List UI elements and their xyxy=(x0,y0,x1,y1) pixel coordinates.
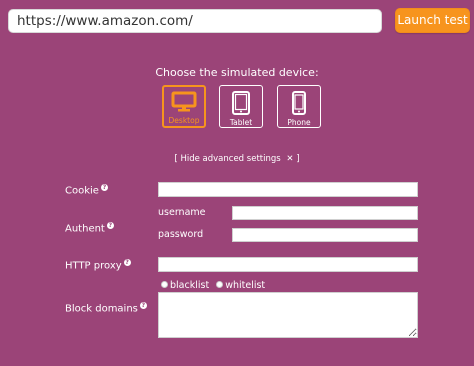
blacklist-radio-option[interactable]: blacklist xyxy=(161,280,212,291)
device-tablet-button[interactable]: Tablet xyxy=(219,85,263,128)
cookie-label: Cookie? xyxy=(65,184,108,196)
auth-label: Authent? xyxy=(65,222,114,234)
launch-test-button[interactable]: Launch test xyxy=(395,8,470,33)
auth-label-text: Authent xyxy=(65,223,105,235)
device-desktop-label: Desktop xyxy=(168,116,200,125)
http-proxy-label-text: HTTP proxy xyxy=(65,260,122,272)
help-icon[interactable]: ? xyxy=(100,184,108,191)
password-label: password xyxy=(158,229,204,240)
cookie-label-text: Cookie xyxy=(65,185,99,197)
hide-advanced-settings-toggle[interactable]: [ Hide advanced settings ✕ ] xyxy=(0,154,474,164)
block-domains-textarea[interactable] xyxy=(158,292,418,338)
bracket-open: [ xyxy=(174,154,178,164)
username-label: username xyxy=(158,207,206,218)
device-desktop-button[interactable]: Desktop xyxy=(162,85,206,128)
block-domains-label: Block domains? xyxy=(65,302,147,314)
url-input[interactable] xyxy=(8,9,382,33)
help-icon[interactable]: ? xyxy=(106,222,114,229)
help-icon[interactable]: ? xyxy=(139,302,147,309)
close-icon[interactable]: ✕ xyxy=(286,154,293,164)
username-input[interactable] xyxy=(232,206,418,220)
phone-icon xyxy=(292,91,306,115)
block-domains-label-text: Block domains xyxy=(65,303,138,315)
block-mode-radio-group: blacklist whitelist xyxy=(161,280,269,291)
blacklist-label: blacklist xyxy=(170,280,210,291)
http-proxy-input[interactable] xyxy=(158,257,418,272)
blacklist-radio[interactable] xyxy=(161,281,168,288)
whitelist-radio[interactable] xyxy=(216,281,224,288)
http-proxy-label: HTTP proxy? xyxy=(65,259,131,271)
desktop-icon xyxy=(171,91,197,112)
device-phone-button[interactable]: Phone xyxy=(277,85,321,128)
bracket-close: ] xyxy=(296,154,300,164)
password-input[interactable] xyxy=(232,228,418,242)
device-phone-label: Phone xyxy=(287,118,311,127)
help-icon[interactable]: ? xyxy=(123,259,131,266)
cookie-input[interactable] xyxy=(158,182,418,197)
whitelist-label: whitelist xyxy=(225,280,266,291)
device-selector-title: Choose the simulated device: xyxy=(155,66,319,79)
page: Launch test Choose the simulated device:… xyxy=(0,0,474,366)
device-tablet-label: Tablet xyxy=(229,118,253,127)
whitelist-radio-option[interactable]: whitelist xyxy=(216,280,265,291)
tablet-icon xyxy=(232,91,250,115)
hide-advanced-settings-label[interactable]: Hide advanced settings xyxy=(180,154,280,164)
